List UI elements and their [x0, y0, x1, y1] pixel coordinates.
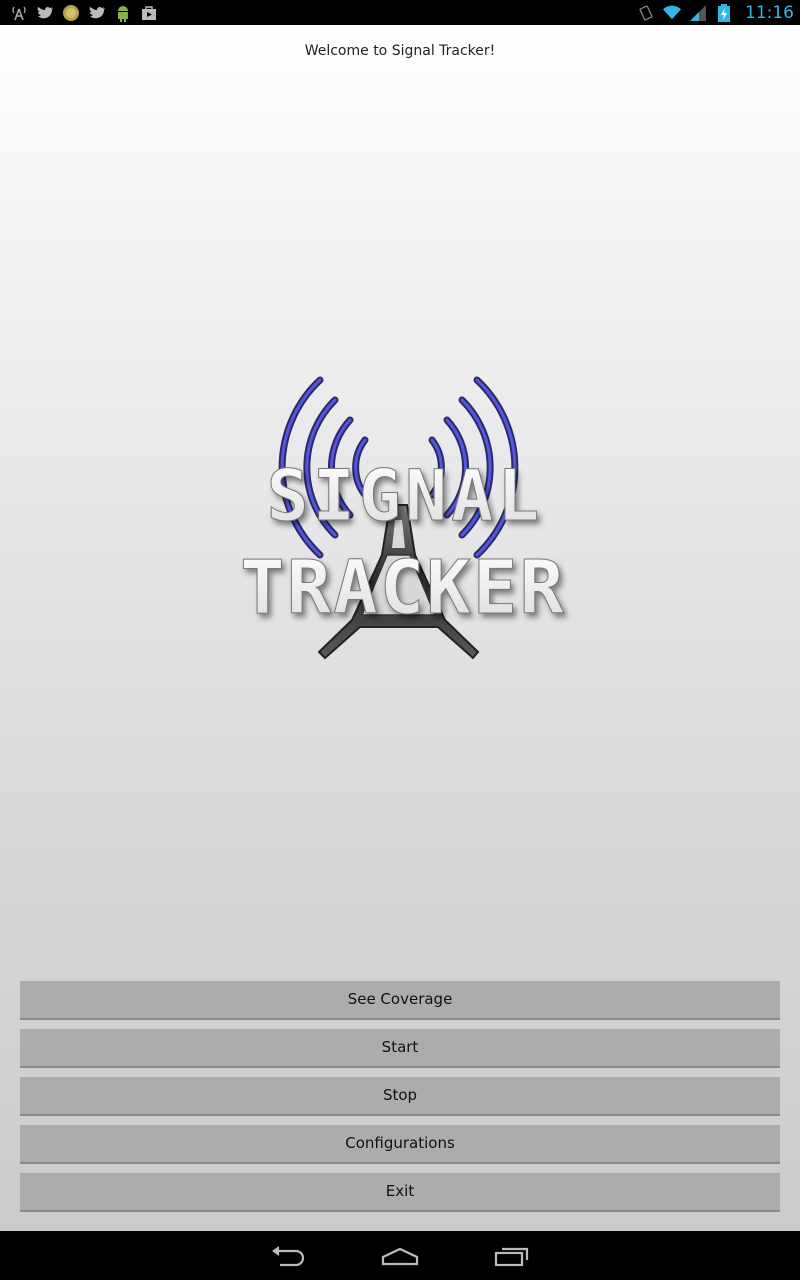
- welcome-text: Welcome to Signal Tracker!: [304, 43, 496, 59]
- signal-tracker-logo: SIGNAL TRACKER: [215, 370, 585, 665]
- logo-line2: TRACKER: [240, 545, 566, 631]
- button-group: See Coverage Start Stop Configurations E…: [20, 981, 780, 1221]
- recent-apps-icon[interactable]: [492, 1241, 532, 1271]
- battery-charging-icon: [715, 3, 733, 22]
- back-icon[interactable]: [268, 1241, 308, 1271]
- status-bar: 11:16: [0, 0, 800, 25]
- cell-signal-icon: [689, 4, 707, 22]
- notification-icons: [10, 4, 158, 22]
- android-icon: [114, 4, 132, 22]
- app-content: Welcome to Signal Tracker! SIGNAL TRACKE…: [0, 25, 800, 1231]
- exit-button[interactable]: Exit: [20, 1173, 780, 1212]
- start-button[interactable]: Start: [20, 1029, 780, 1068]
- navigation-bar: [0, 1231, 800, 1280]
- wifi-icon: [663, 4, 681, 22]
- logo-line1: SIGNAL: [267, 455, 544, 537]
- stop-button[interactable]: Stop: [20, 1077, 780, 1116]
- configurations-button[interactable]: Configurations: [20, 1125, 780, 1164]
- twitter-icon: [88, 4, 106, 22]
- clock: 11:16: [745, 2, 794, 23]
- coin-icon: [62, 4, 80, 22]
- signal-tower-icon: [10, 4, 28, 22]
- home-icon[interactable]: [380, 1241, 420, 1271]
- rotate-icon: [637, 4, 655, 22]
- see-coverage-button[interactable]: See Coverage: [20, 981, 780, 1020]
- twitter-icon: [36, 4, 54, 22]
- shopping-bag-icon: [140, 4, 158, 22]
- system-icons: 11:16: [637, 3, 794, 23]
